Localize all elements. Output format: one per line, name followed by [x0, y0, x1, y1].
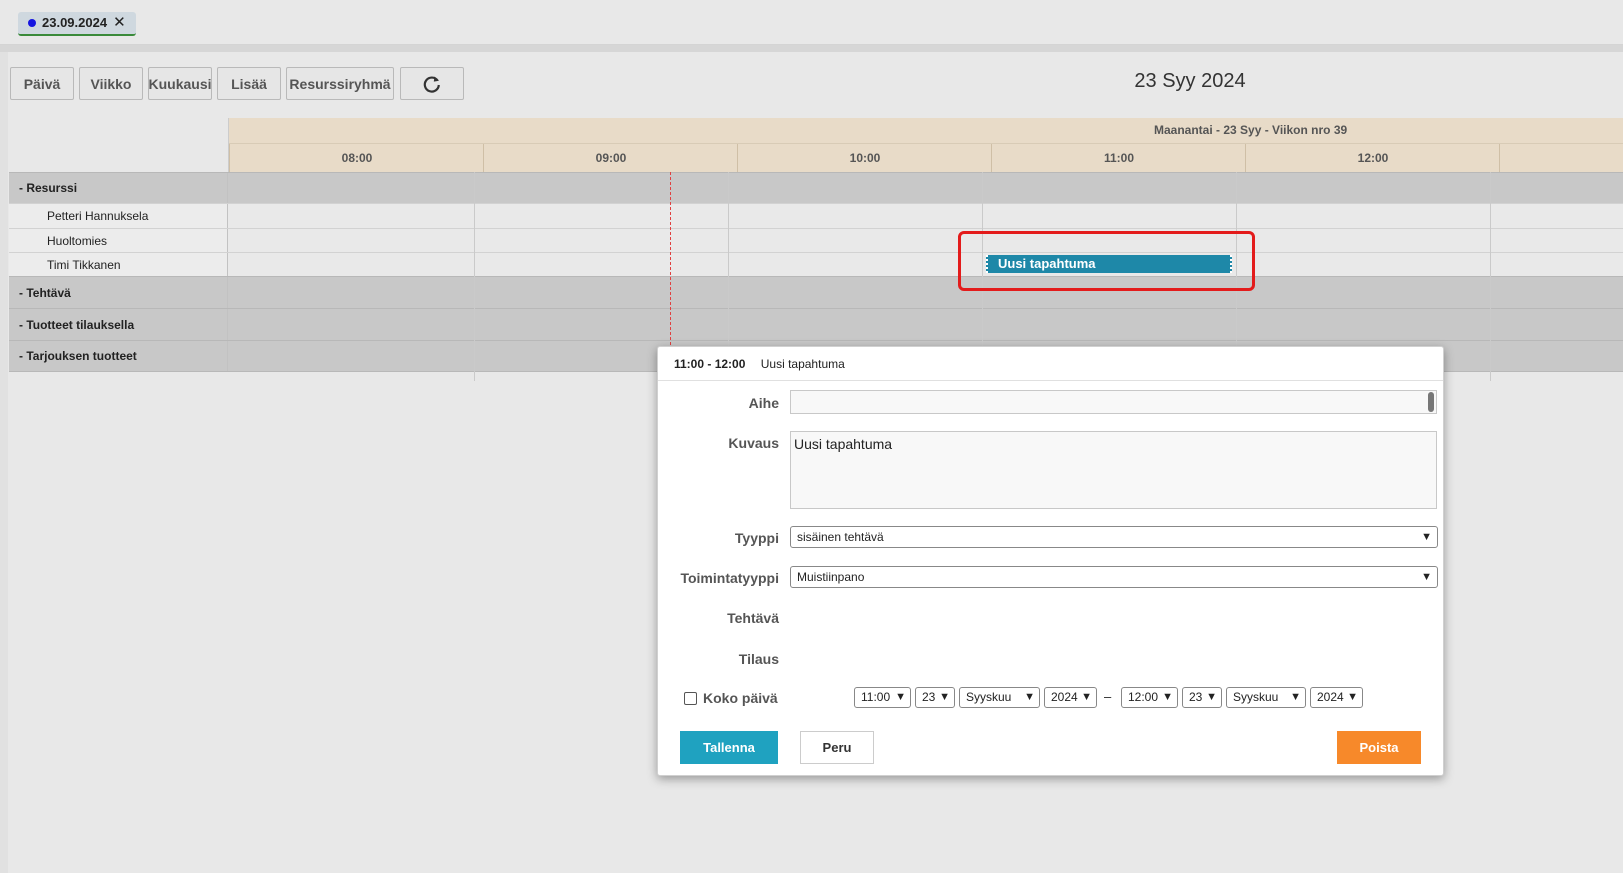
type-select[interactable]: sisäinen tehtävä ▼ [790, 526, 1438, 548]
order-label: Tilaus [738, 651, 779, 667]
dialog-title: Uusi tapahtuma [760, 357, 845, 371]
event-dialog: 11:00 - 12:00 Uusi tapahtuma Aihe Kuvaus… [657, 346, 1444, 776]
date-tab-label: 23.09.2024 [42, 15, 108, 30]
date-tab[interactable]: 23.09.2024 ✕ [18, 12, 136, 36]
resource-row[interactable]: Huoltomies [9, 228, 1623, 252]
save-button[interactable]: Tallenna [680, 731, 778, 764]
action-type-select[interactable]: Muistiinpano ▼ [790, 566, 1438, 588]
chevron-down-icon: ▼ [1290, 691, 1301, 703]
row-label: Huoltomies [9, 229, 228, 252]
end-month-select[interactable]: Syyskuu ▼ [1226, 687, 1306, 708]
row-label: Petteri Hannuksela [9, 204, 228, 228]
row-label: - Tuotteet tilauksella [9, 309, 228, 340]
description-label: Kuvaus [728, 435, 779, 451]
subject-input[interactable] [790, 390, 1437, 414]
hour-gridline [474, 172, 475, 381]
hour-header: 08:00 09:00 10:00 11:00 12:00 [229, 144, 1623, 172]
end-time-select[interactable]: 12:00 ▼ [1121, 687, 1178, 708]
hour-cell: 08:00 [229, 144, 484, 172]
close-icon[interactable]: ✕ [113, 12, 126, 34]
refresh-icon [423, 75, 440, 93]
hour-cell: 10:00 [737, 144, 992, 172]
refresh-button[interactable] [400, 67, 464, 100]
chevron-down-icon: ▼ [939, 691, 950, 703]
more-button[interactable]: Lisää [217, 67, 281, 100]
month-view-button[interactable]: Kuukausi [148, 67, 212, 100]
hour-cell: 11:00 [991, 144, 1246, 172]
chevron-down-icon: ▼ [1024, 691, 1035, 703]
row-label: - Resurssi [9, 173, 228, 203]
end-year-select[interactable]: 2024 ▼ [1310, 687, 1363, 708]
day-view-button[interactable]: Päivä [10, 67, 74, 100]
row-label: - Tehtävä [9, 277, 228, 308]
dialog-header: 11:00 - 12:00 Uusi tapahtuma [658, 347, 1443, 381]
separator [0, 45, 1623, 52]
task-label: Tehtävä [727, 610, 779, 626]
chevron-down-icon: ▼ [895, 691, 906, 703]
day-header-label: Maanantai - 23 Syy - Viikon nro 39 [1154, 123, 1348, 137]
chevron-down-icon: ▼ [1421, 571, 1432, 583]
scrollbar[interactable] [1428, 392, 1434, 412]
cancel-button[interactable]: Peru [800, 731, 874, 764]
week-view-button[interactable]: Viikko [79, 67, 143, 100]
start-year-value: 2024 [1051, 690, 1078, 704]
action-type-label: Toimintatyyppi [680, 570, 779, 586]
day-header: Maanantai - 23 Syy - Viikon nro 39 [229, 118, 1623, 144]
chevron-down-icon: ▼ [1421, 531, 1432, 543]
end-month-value: Syyskuu [1233, 690, 1279, 704]
resource-row[interactable]: Timi Tikkanen [9, 252, 1623, 276]
type-value: sisäinen tehtävä [797, 530, 884, 544]
current-time-line [670, 172, 671, 360]
row-label: Timi Tikkanen [9, 253, 228, 276]
scheduler: Maanantai - 23 Syy - Viikon nro 39 08:00… [9, 118, 1623, 381]
dialog-time-range: 11:00 - 12:00 [674, 357, 746, 371]
left-strip [0, 52, 8, 873]
group-row[interactable]: - Tuotteet tilauksella [9, 308, 1623, 340]
chevron-down-icon: ▼ [1347, 691, 1358, 703]
start-day-value: 23 [922, 690, 936, 704]
end-time-value: 12:00 [1128, 690, 1159, 704]
start-time-select[interactable]: 11:00 ▼ [854, 687, 911, 708]
subject-label: Aihe [748, 395, 779, 411]
all-day-checkbox[interactable] [684, 691, 697, 705]
type-label: Tyyppi [734, 530, 779, 546]
group-row[interactable]: - Resurssi [9, 172, 1623, 203]
start-day-select[interactable]: 23 ▼ [915, 687, 955, 708]
group-row[interactable]: - Tehtävä [9, 276, 1623, 308]
status-dot-icon [28, 19, 36, 27]
description-textarea[interactable]: Uusi tapahtuma [790, 431, 1437, 509]
chevron-down-icon: ▼ [1162, 691, 1173, 703]
highlight-box [958, 231, 1255, 291]
chevron-down-icon: ▼ [1081, 691, 1092, 703]
resource-row[interactable]: Petteri Hannuksela [9, 203, 1623, 228]
start-month-value: Syyskuu [966, 690, 1012, 704]
chevron-down-icon: ▼ [1206, 691, 1217, 703]
range-dash: – [1104, 689, 1112, 704]
row-label: - Tarjouksen tuotteet [9, 341, 228, 371]
action-type-value: Muistiinpano [797, 570, 865, 584]
scheduler-corner [9, 118, 229, 172]
delete-button[interactable]: Poista [1337, 731, 1421, 764]
hour-cell: 12:00 [1245, 144, 1500, 172]
end-day-value: 23 [1189, 690, 1203, 704]
resource-group-button[interactable]: Resurssiryhmä [286, 67, 394, 100]
hour-cell [1499, 144, 1623, 172]
start-month-select[interactable]: Syyskuu ▼ [959, 687, 1040, 708]
start-time-value: 11:00 [861, 690, 891, 704]
start-year-select[interactable]: 2024 ▼ [1044, 687, 1097, 708]
end-year-value: 2024 [1317, 690, 1344, 704]
date-title: 23 Syy 2024 [1134, 70, 1246, 92]
top-tab-bar: 23.09.2024 ✕ [0, 0, 1623, 45]
all-day-toggle[interactable]: Koko päivä [684, 690, 778, 706]
end-day-select[interactable]: 23 ▼ [1182, 687, 1222, 708]
all-day-label: Koko päivä [703, 690, 778, 706]
hour-gridline [1490, 172, 1491, 381]
hour-cell: 09:00 [483, 144, 738, 172]
